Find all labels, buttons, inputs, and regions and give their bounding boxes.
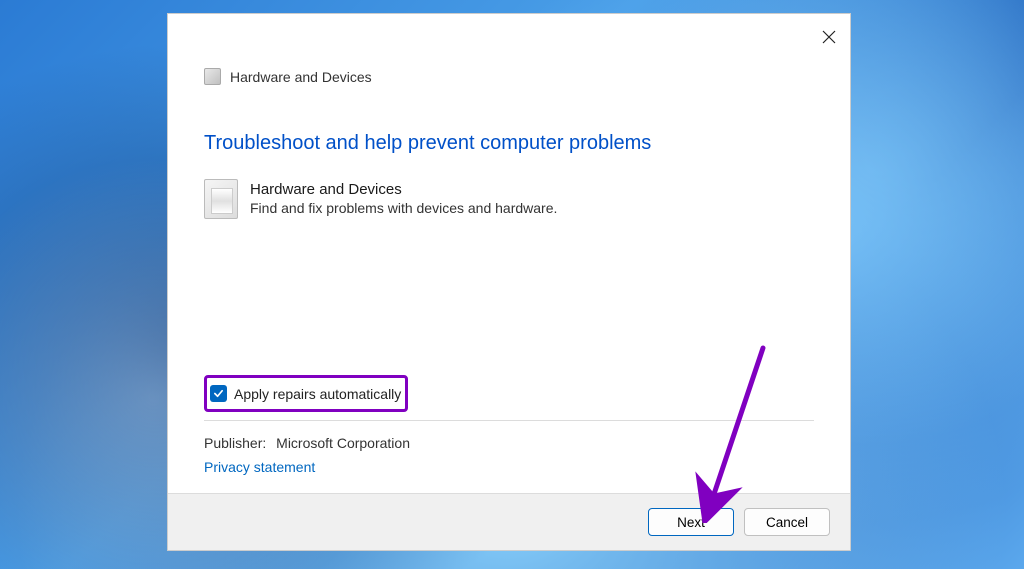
apply-repairs-checkbox[interactable]	[210, 385, 227, 402]
troubleshooter-description: Find and fix problems with devices and h…	[250, 200, 557, 216]
checkmark-icon	[213, 388, 224, 399]
hardware-icon	[204, 68, 221, 85]
close-button[interactable]	[820, 28, 838, 46]
troubleshooter-item: Hardware and Devices Find and fix proble…	[204, 179, 814, 219]
dialog-button-bar: Next Cancel	[168, 493, 850, 550]
publisher-row: Publisher: Microsoft Corporation	[204, 435, 814, 451]
cancel-button[interactable]: Cancel	[744, 508, 830, 536]
close-icon	[822, 30, 836, 44]
apply-repairs-checkbox-row[interactable]: Apply repairs automatically	[204, 375, 408, 412]
dialog-header: Hardware and Devices	[168, 14, 850, 85]
dialog-main-content: Troubleshoot and help prevent computer p…	[168, 85, 850, 375]
troubleshooter-title: Hardware and Devices	[250, 181, 557, 198]
dialog-header-text: Hardware and Devices	[230, 69, 372, 85]
privacy-statement-link[interactable]: Privacy statement	[204, 459, 814, 475]
publisher-value: Microsoft Corporation	[276, 435, 410, 451]
dialog-bottom-section: Apply repairs automatically Publisher: M…	[168, 375, 850, 493]
publisher-label: Publisher:	[204, 435, 266, 451]
troubleshooter-text-block: Hardware and Devices Find and fix proble…	[250, 179, 557, 216]
main-heading: Troubleshoot and help prevent computer p…	[204, 132, 814, 155]
divider	[204, 420, 814, 421]
troubleshooter-icon	[204, 179, 238, 219]
apply-repairs-label: Apply repairs automatically	[234, 386, 401, 402]
troubleshooter-dialog: Hardware and Devices Troubleshoot and he…	[167, 13, 851, 551]
next-button[interactable]: Next	[648, 508, 734, 536]
